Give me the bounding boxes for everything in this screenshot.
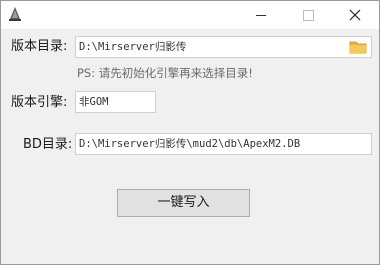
engine-select[interactable]: 非GOM — [75, 91, 156, 113]
db-dir-label: BD目录: — [23, 137, 73, 152]
app-window: 版本目录: D:\Mirserver归影传 PS: 请先初始化引擎再来选择目录!… — [0, 0, 380, 265]
minimize-icon — [256, 14, 266, 16]
version-dir-input[interactable]: D:\Mirserver归影传 — [75, 36, 372, 58]
minimize-button[interactable] — [238, 1, 284, 29]
one-click-write-button[interactable]: 一键写入 — [117, 189, 250, 217]
version-dir-label: 版本目录: — [11, 39, 68, 54]
db-dir-input[interactable]: D:\Mirserver归影传\mud2\db\ApexM2.DB — [75, 133, 372, 155]
init-hint-text: PS: 请先初始化引擎再来选择目录! — [77, 66, 253, 80]
close-icon — [349, 9, 361, 21]
folder-icon[interactable] — [349, 39, 367, 55]
app-logo-icon — [9, 7, 21, 21]
title-bar[interactable] — [1, 1, 379, 29]
maximize-icon — [302, 9, 314, 21]
close-button[interactable] — [332, 1, 378, 29]
maximize-button[interactable] — [285, 1, 331, 29]
engine-label: 版本引擎: — [11, 95, 68, 110]
